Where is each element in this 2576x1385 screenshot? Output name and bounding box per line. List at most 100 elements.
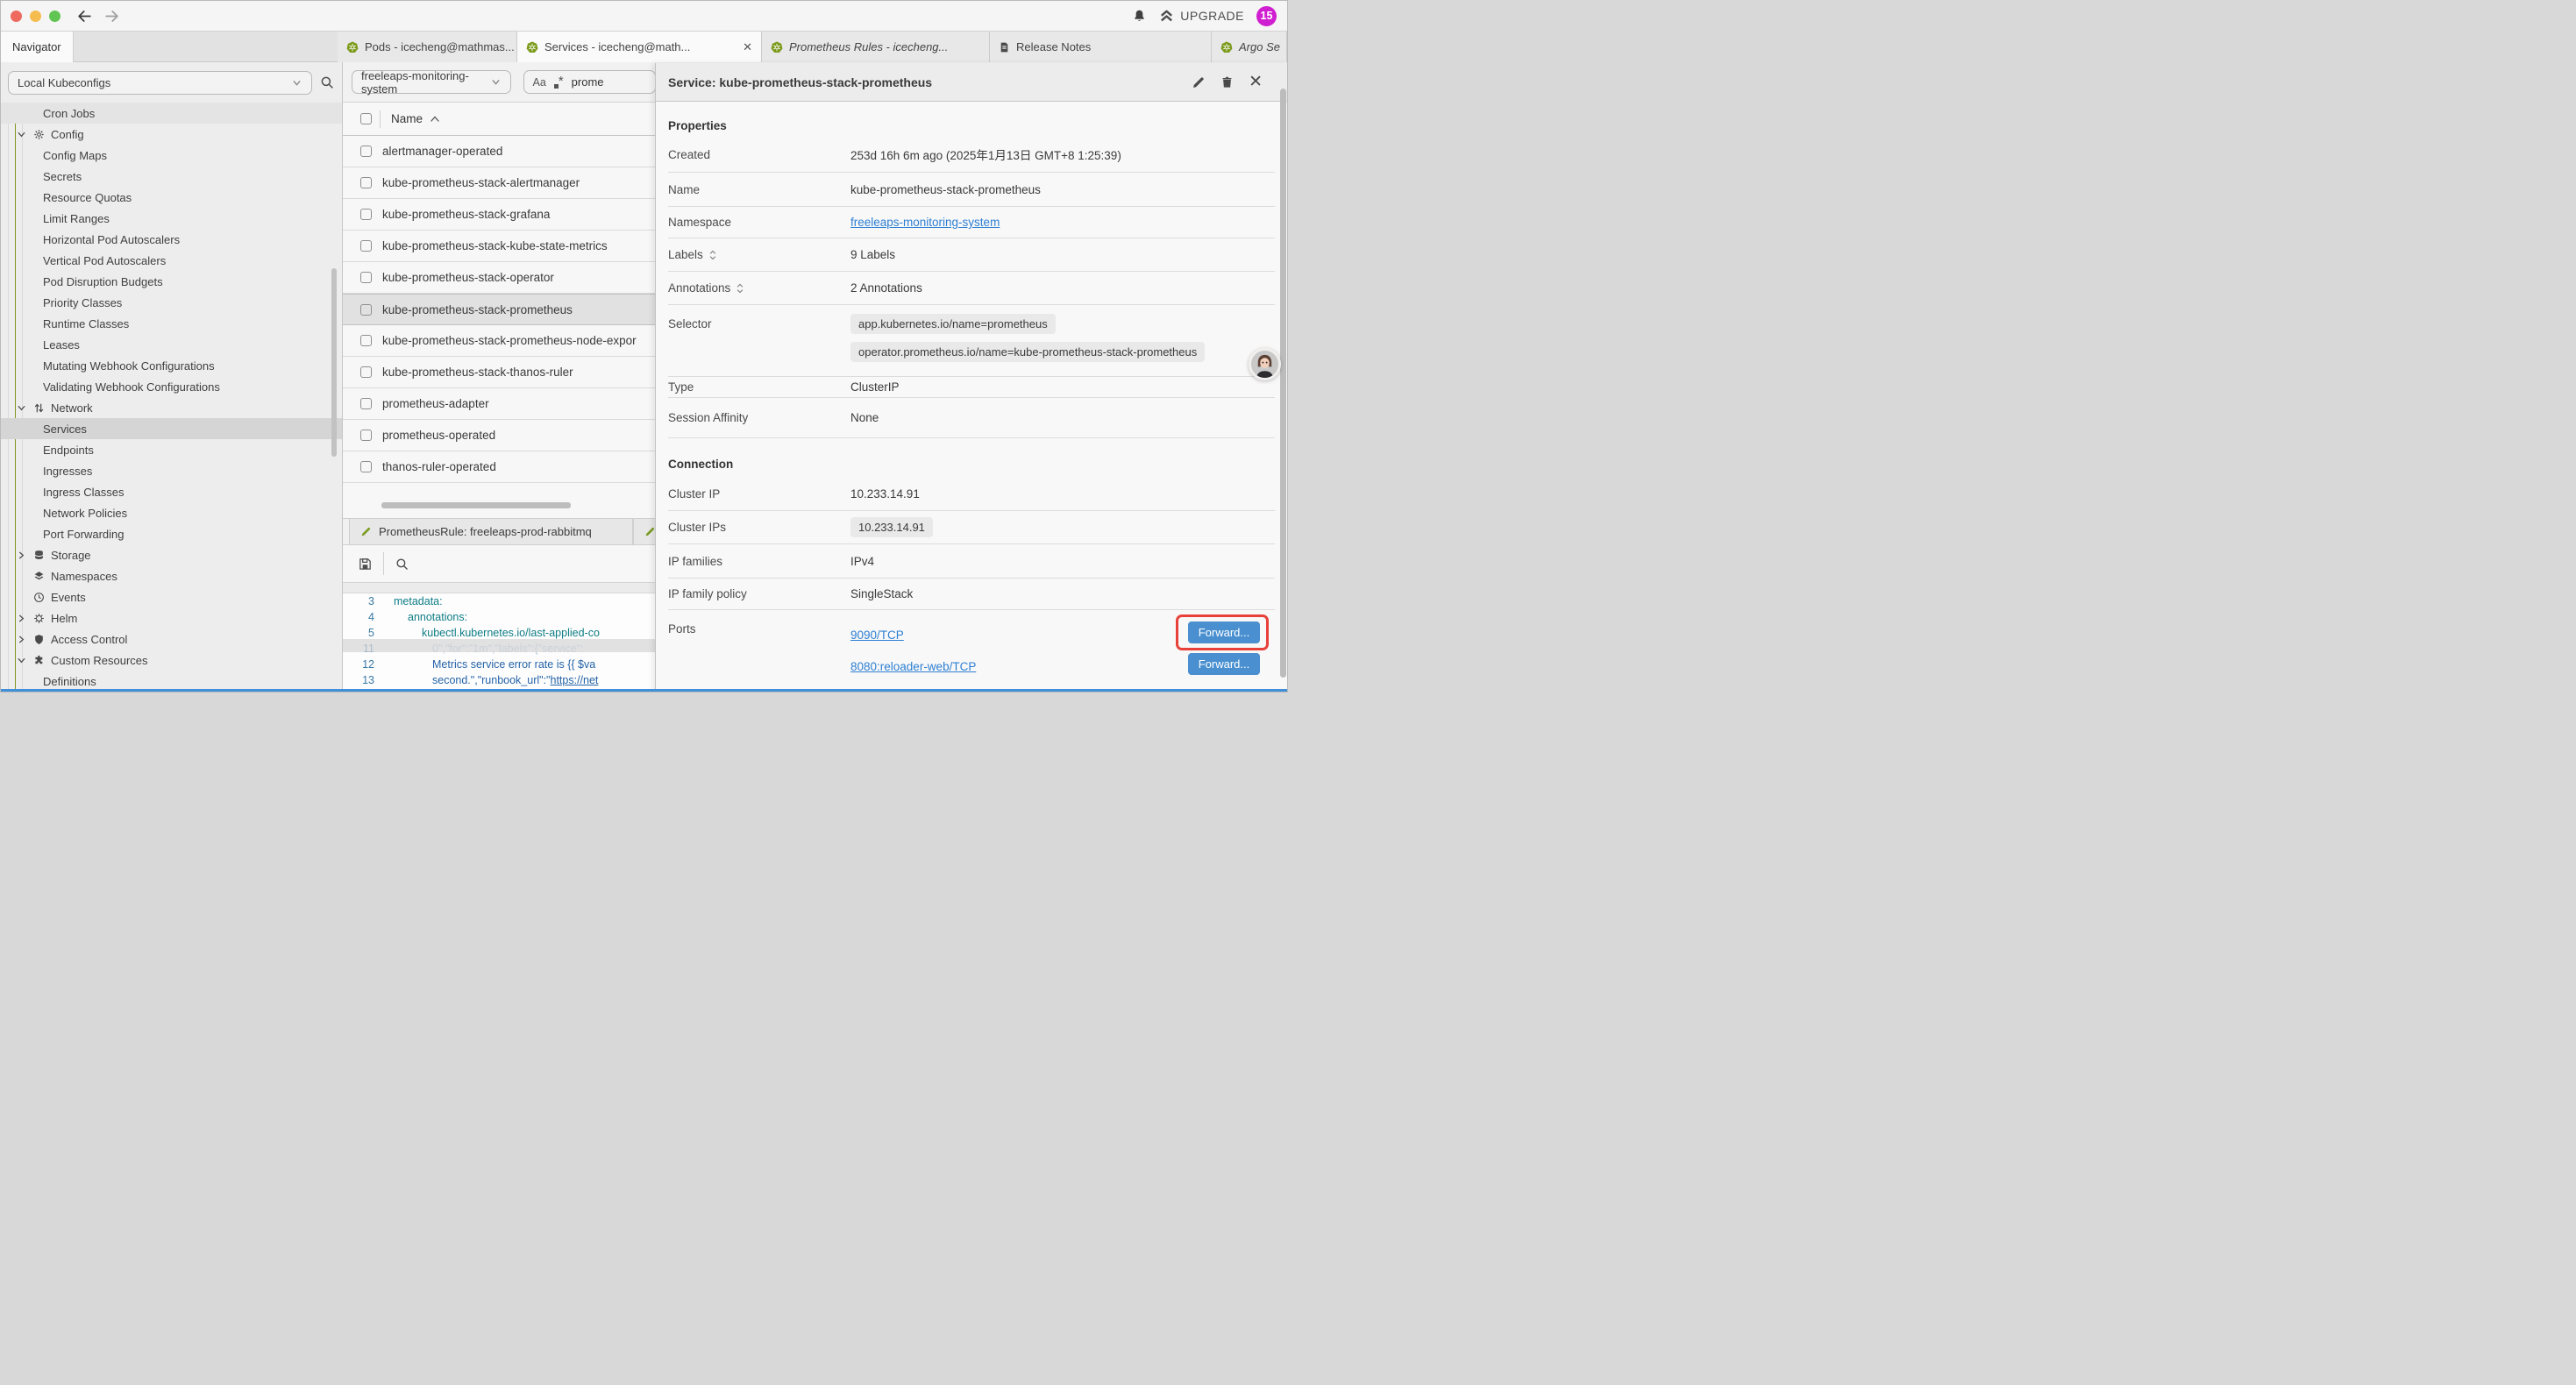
regex-toggle[interactable]: * — [554, 76, 564, 89]
table-row[interactable]: kube-prometheus-stack-prometheus-node-ex… — [343, 325, 656, 357]
namespace-link[interactable]: freeleaps-monitoring-system — [850, 216, 1000, 229]
table-row[interactable]: kube-prometheus-stack-thanos-ruler — [343, 357, 656, 388]
tab-pods-icecheng-mathmas[interactable]: Pods - icecheng@mathmas... — [338, 32, 517, 62]
table-row[interactable]: alertmanager-operated — [343, 136, 656, 167]
sidebar-item-port-forwarding[interactable]: Port Forwarding — [1, 523, 342, 544]
row-checkbox[interactable] — [360, 240, 372, 252]
tab-services-icecheng-math[interactable]: Services - icecheng@math...✕ — [517, 32, 762, 62]
table-row[interactable]: prometheus-operated — [343, 420, 656, 451]
notification-count-badge[interactable]: 15 — [1256, 6, 1277, 26]
sidebar-item-runtime-classes[interactable]: Runtime Classes — [1, 313, 342, 334]
navigator-sidebar: Local Kubeconfigs Cron JobsConfigConfig … — [1, 62, 343, 692]
yaml-editor[interactable]: 3metadata:4annotations:5kubectl.kubernet… — [343, 593, 656, 692]
sidebar-item-vertical-pod-autoscalers[interactable]: Vertical Pod Autoscalers — [1, 250, 342, 271]
kubeconfig-selector[interactable]: Local Kubeconfigs — [8, 71, 312, 95]
sidebar-scrollbar[interactable] — [331, 268, 337, 457]
row-checkbox[interactable] — [360, 366, 372, 378]
sidebar-item-ingresses[interactable]: Ingresses — [1, 460, 342, 481]
editor-horizontal-scrollbar[interactable] — [343, 639, 656, 652]
close-tab-icon[interactable]: ✕ — [743, 40, 752, 54]
sidebar-search-icon[interactable] — [319, 75, 335, 90]
row-checkbox[interactable] — [360, 146, 372, 157]
sidebar-item-leases[interactable]: Leases — [1, 334, 342, 355]
sidebar-item-helm[interactable]: Helm — [1, 607, 342, 629]
save-icon[interactable] — [358, 557, 373, 572]
sort-toggle-icon[interactable] — [736, 283, 744, 294]
detail-label: IP families — [668, 555, 850, 568]
select-all-checkbox[interactable] — [360, 113, 372, 124]
table-row[interactable]: kube-prometheus-stack-kube-state-metrics — [343, 231, 656, 262]
sidebar-item-endpoints[interactable]: Endpoints — [1, 439, 342, 460]
table-row[interactable]: thanos-ruler-operated — [343, 451, 656, 483]
row-checkbox[interactable] — [360, 272, 372, 283]
editor-search-icon[interactable] — [395, 557, 409, 572]
sidebar-item-services[interactable]: Services — [1, 418, 342, 439]
sidebar-item-access-control[interactable]: Access Control — [1, 629, 342, 650]
upgrade-button[interactable]: UPGRADE — [1159, 9, 1244, 24]
sidebar-item-custom-resources[interactable]: Custom Resources — [1, 650, 342, 671]
navigator-panel-tab[interactable]: Navigator — [1, 32, 74, 62]
sidebar-item-label: Access Control — [51, 633, 127, 646]
name-column-header[interactable]: Name — [391, 112, 440, 125]
editor-tab-fragment[interactable] — [633, 519, 656, 544]
sidebar-item-horizontal-pod-autoscalers[interactable]: Horizontal Pod Autoscalers — [1, 229, 342, 250]
table-horizontal-scrollbar[interactable] — [381, 502, 571, 508]
sidebar-item-namespaces[interactable]: Namespaces — [1, 565, 342, 586]
table-row[interactable]: kube-prometheus-stack-prometheus — [343, 294, 656, 325]
clock-icon — [32, 592, 46, 603]
sidebar-item-network-policies[interactable]: Network Policies — [1, 502, 342, 523]
sort-toggle-icon[interactable] — [708, 250, 717, 260]
sidebar-item-pod-disruption-budgets[interactable]: Pod Disruption Budgets — [1, 271, 342, 292]
forward-button[interactable]: Forward... — [1188, 653, 1260, 675]
drawer-scrollbar[interactable] — [1280, 89, 1286, 678]
table-row[interactable]: kube-prometheus-stack-operator — [343, 262, 656, 294]
row-checkbox[interactable] — [360, 209, 372, 220]
editor-tab-prometheusrule-freeleaps-prod-rabbitmq[interactable]: PrometheusRule: freeleaps-prod-rabbitmq — [349, 519, 633, 544]
back-arrow-icon[interactable] — [76, 8, 93, 25]
sidebar-item-config[interactable]: Config — [1, 124, 342, 145]
sidebar-item-config-maps[interactable]: Config Maps — [1, 145, 342, 166]
forward-button[interactable]: Forward... — [1188, 621, 1260, 643]
detail-value: IPv4 — [850, 555, 874, 568]
row-checkbox[interactable] — [360, 304, 372, 316]
tab-prometheus-rules-icecheng[interactable]: Prometheus Rules - icecheng... — [762, 32, 990, 62]
sidebar-item-secrets[interactable]: Secrets — [1, 166, 342, 187]
row-checkbox[interactable] — [360, 177, 372, 188]
sidebar-item-storage[interactable]: Storage — [1, 544, 342, 565]
close-icon[interactable]: ✕ — [1249, 74, 1263, 90]
edit-pencil-icon[interactable] — [1192, 75, 1206, 89]
row-checkbox[interactable] — [360, 335, 372, 346]
forward-arrow-icon[interactable] — [103, 8, 120, 25]
notifications-bell-icon[interactable] — [1132, 9, 1147, 24]
table-row[interactable]: prometheus-adapter — [343, 388, 656, 420]
table-row[interactable]: kube-prometheus-stack-grafana — [343, 199, 656, 231]
tab-release-notes[interactable]: Release Notes — [990, 32, 1212, 62]
zoom-window-button[interactable] — [49, 11, 60, 22]
user-avatar[interactable] — [1249, 348, 1281, 380]
port-link[interactable]: 9090/TCP — [850, 629, 904, 642]
sidebar-item-priority-classes[interactable]: Priority Classes — [1, 292, 342, 313]
match-case-toggle[interactable]: Aa — [533, 76, 546, 89]
resource-search-input[interactable]: Aa * prome — [523, 70, 656, 94]
sidebar-item-validating-webhook-configurations[interactable]: Validating Webhook Configurations — [1, 376, 342, 397]
tab-argo-se[interactable]: Argo Se — [1212, 32, 1287, 62]
sidebar-item-limit-ranges[interactable]: Limit Ranges — [1, 208, 342, 229]
row-checkbox[interactable] — [360, 430, 372, 441]
row-checkbox[interactable] — [360, 461, 372, 472]
row-checkbox[interactable] — [360, 398, 372, 409]
port-link[interactable]: 8080:reloader-web/TCP — [850, 660, 976, 673]
delete-trash-icon[interactable] — [1220, 75, 1234, 89]
sidebar-item-events[interactable]: Events — [1, 586, 342, 607]
kubernetes-icon — [1220, 41, 1233, 53]
sidebar-item-network[interactable]: Network — [1, 397, 342, 418]
editor-toolbar — [343, 545, 656, 583]
close-window-button[interactable] — [11, 11, 22, 22]
sidebar-item-ingress-classes[interactable]: Ingress Classes — [1, 481, 342, 502]
detail-value: 2 Annotations — [850, 281, 922, 295]
table-row[interactable]: kube-prometheus-stack-alertmanager — [343, 167, 656, 199]
minimize-window-button[interactable] — [30, 11, 41, 22]
sidebar-item-cron-jobs[interactable]: Cron Jobs — [1, 103, 342, 124]
sidebar-item-mutating-webhook-configurations[interactable]: Mutating Webhook Configurations — [1, 355, 342, 376]
sidebar-item-resource-quotas[interactable]: Resource Quotas — [1, 187, 342, 208]
namespace-filter-select[interactable]: freeleaps-monitoring-system — [352, 70, 511, 94]
